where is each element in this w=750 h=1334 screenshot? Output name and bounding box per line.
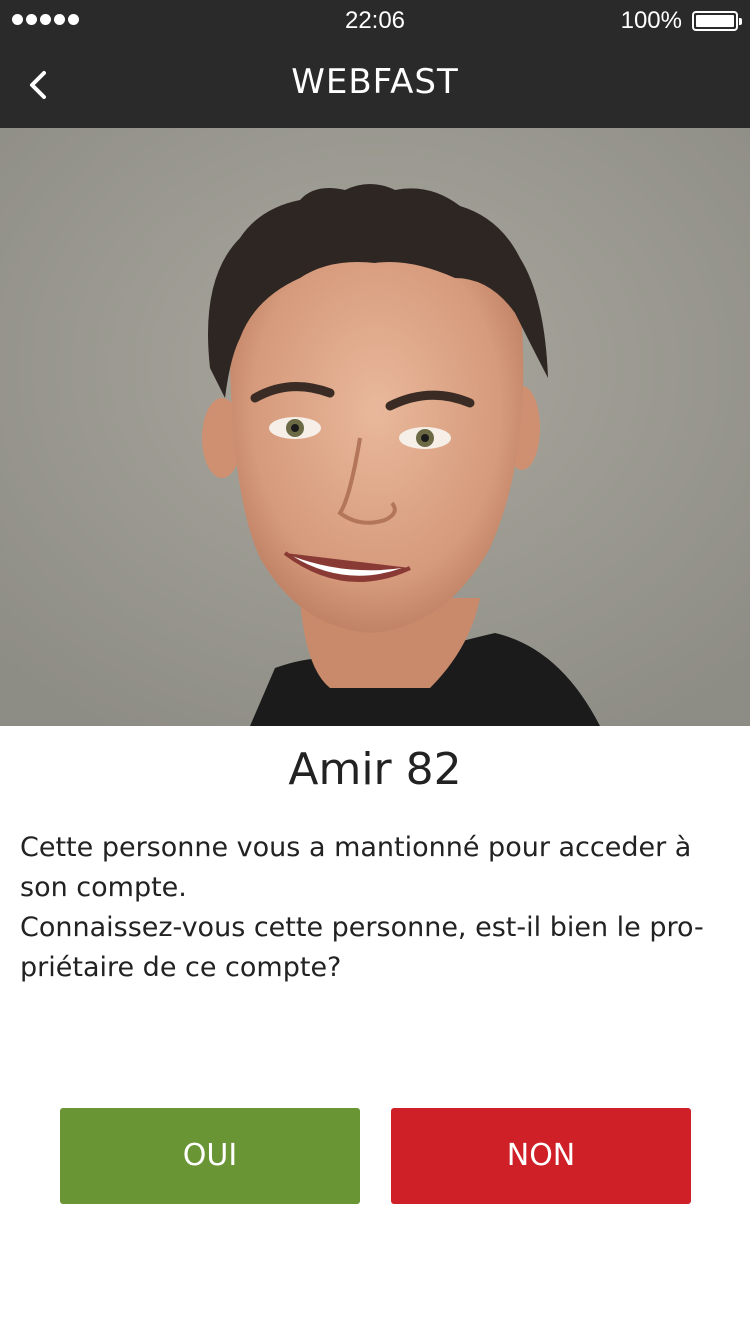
no-button[interactable]: NON — [391, 1108, 691, 1204]
profile-name: Amir 82 — [288, 744, 462, 795]
page-title: WEBFAST — [291, 62, 459, 102]
navigation-bar: WEBFAST — [0, 40, 750, 128]
battery-icon — [692, 11, 742, 31]
yes-button[interactable]: OUI — [60, 1108, 360, 1204]
status-bar: 22:06 100% — [0, 0, 750, 40]
message-line: Connaissez-vous cette personne, est-il b… — [20, 912, 704, 983]
profile-photo — [0, 128, 750, 726]
verification-message: Cette personne vous a mantionné pour acc… — [20, 828, 732, 988]
message-line: Cette personne vous a mantionné pour acc… — [20, 832, 692, 903]
battery-percentage: 100% — [620, 7, 682, 34]
